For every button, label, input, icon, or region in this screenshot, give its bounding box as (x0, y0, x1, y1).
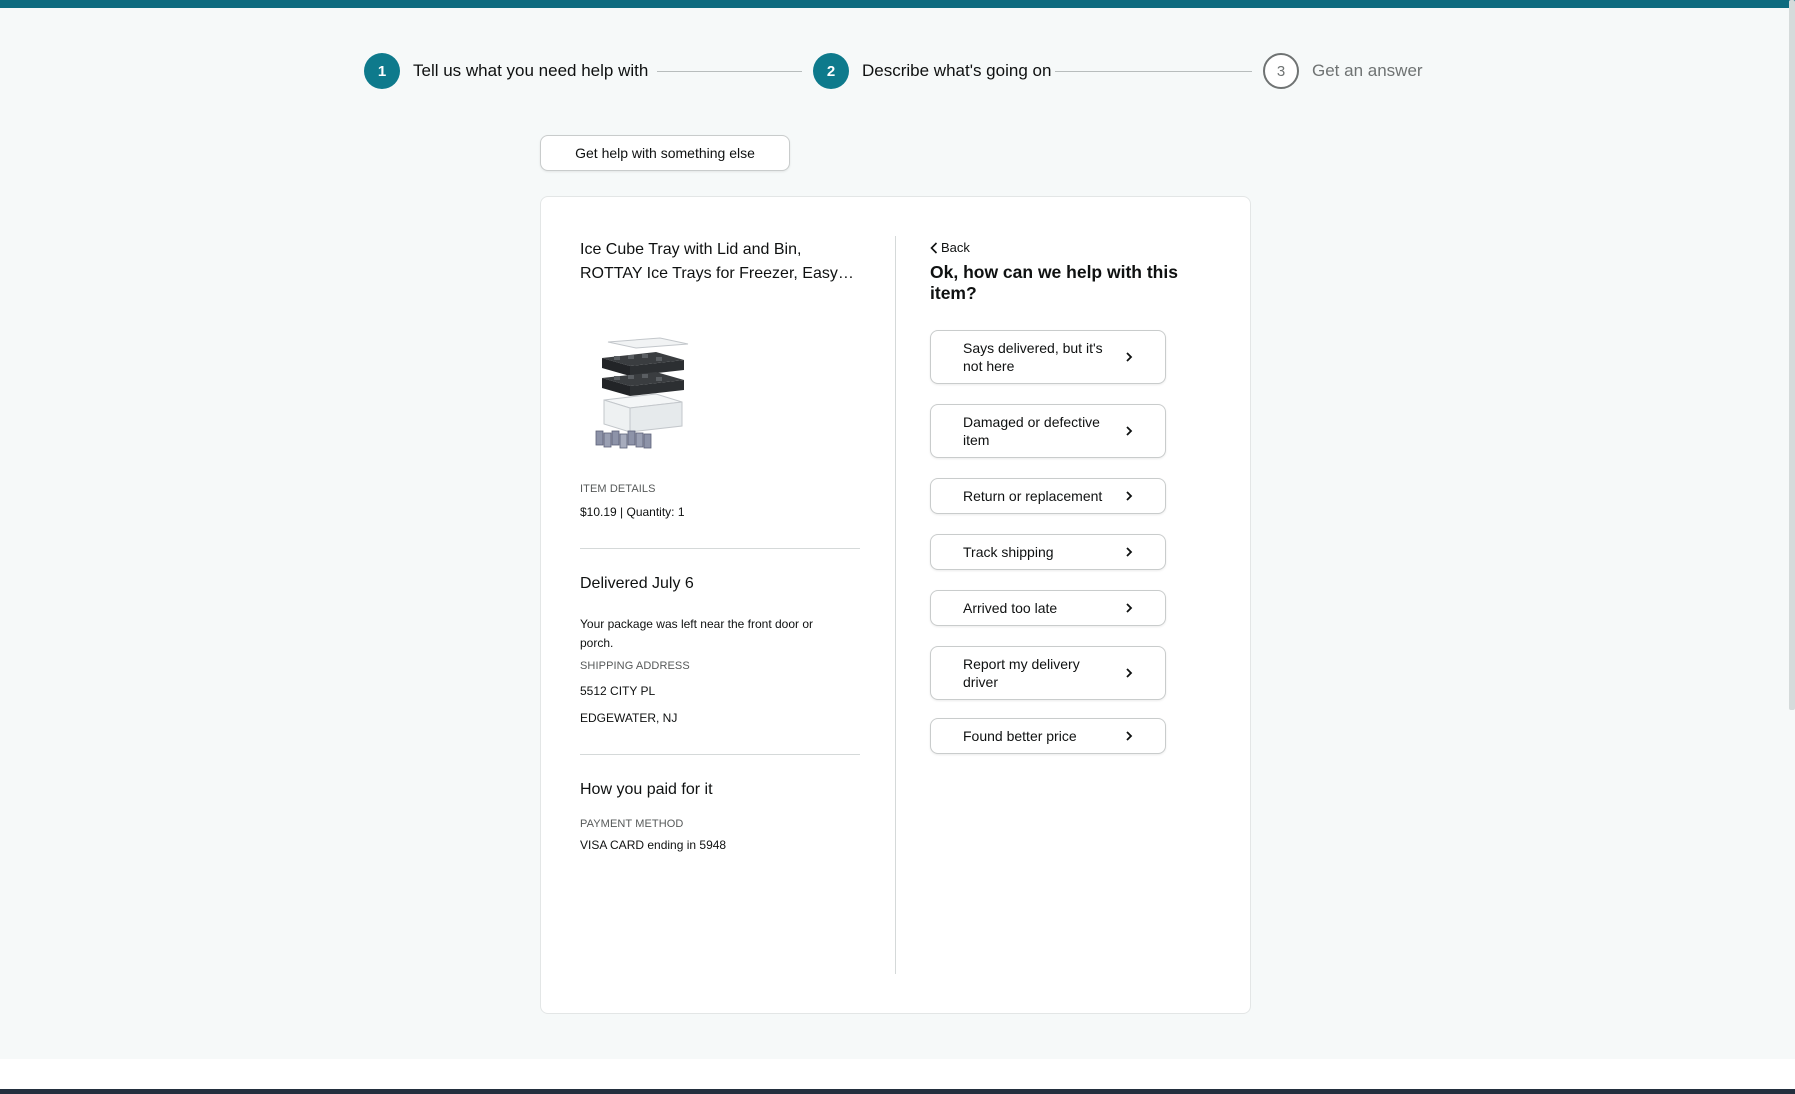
chevron-right-icon (1126, 603, 1133, 613)
option-label-line1: Damaged or defective (963, 414, 1100, 430)
option-arrived-too-late[interactable]: Arrived too late (930, 590, 1166, 626)
option-track-shipping[interactable]: Track shipping (930, 534, 1166, 570)
back-link[interactable]: Back (930, 240, 970, 255)
option-return-replacement[interactable]: Return or replacement (930, 478, 1166, 514)
product-image[interactable] (590, 330, 700, 454)
step-1-number: 1 (364, 53, 400, 89)
delivery-note-line2: porch. (580, 636, 614, 650)
option-says-delivered-not-here[interactable]: Says delivered, but it's not here (930, 330, 1166, 384)
step-connector-1 (657, 71, 802, 72)
chevron-right-icon (1126, 352, 1133, 362)
footer-bar (0, 1089, 1795, 1094)
step-3-label: Get an answer (1312, 61, 1423, 80)
step-2-label: Describe what's going on (862, 61, 1052, 80)
payment-method-value: VISA CARD ending in 5948 (580, 838, 727, 852)
section-divider-2 (580, 754, 860, 755)
chevron-right-icon (1126, 731, 1133, 741)
option-report-delivery-driver[interactable]: Report my delivery driver (930, 646, 1166, 700)
delivery-note-line1: Your package was left near the front doo… (580, 617, 814, 631)
delivery-note: Your package was left near the front doo… (580, 615, 860, 653)
item-price-quantity: $10.19 | Quantity: 1 (580, 505, 685, 519)
option-label-line1: Report my delivery (963, 656, 1080, 672)
option-label-line2: not here (963, 358, 1015, 374)
item-details-label: ITEM DETAILS (580, 483, 656, 495)
shipping-address-line1: 5512 CITY PL (580, 684, 656, 698)
option-label-line1: Says delivered, but it's (963, 340, 1103, 356)
option-label: Found better price (963, 728, 1077, 744)
delivery-status-title: Delivered July 6 (580, 575, 694, 592)
step-2-number: 2 (813, 53, 849, 89)
step-3: 3 Get an answer (1263, 53, 1423, 89)
section-divider-1 (580, 548, 860, 549)
step-1: 1 Tell us what you need help with (364, 53, 648, 89)
chevron-left-icon (930, 241, 938, 254)
scrollbar[interactable] (1789, 0, 1795, 710)
chevron-right-icon (1126, 547, 1133, 557)
step-3-number: 3 (1263, 53, 1299, 89)
help-question-title: Ok, how can we help with this item? (930, 262, 1178, 303)
option-label-line2: driver (963, 674, 999, 690)
card-divider (895, 236, 896, 974)
option-label-line2: item (963, 432, 990, 448)
step-1-label: Tell us what you need help with (413, 61, 649, 80)
chevron-right-icon (1126, 426, 1133, 436)
shipping-address-label: SHIPPING ADDRESS (580, 660, 690, 672)
top-accent-bar (0, 0, 1795, 8)
step-2: 2 Describe what's going on (813, 53, 1051, 89)
option-label: Return or replacement (963, 488, 1103, 504)
footer-spacer (0, 1059, 1795, 1089)
option-found-better-price[interactable]: Found better price (930, 718, 1166, 754)
option-damaged-defective[interactable]: Damaged or defective item (930, 404, 1166, 458)
item-title-line1: Ice Cube Tray with Lid and Bin, (580, 241, 802, 258)
option-label: Track shipping (963, 544, 1054, 560)
item-title[interactable]: Ice Cube Tray with Lid and Bin, ROTTAY I… (580, 238, 856, 286)
payment-method-label: PAYMENT METHOD (580, 818, 684, 830)
chevron-right-icon (1126, 668, 1133, 678)
get-help-else-button[interactable]: Get help with something else (540, 135, 790, 171)
shipping-address-line2: EDGEWATER, NJ (580, 711, 678, 725)
payment-title: How you paid for it (580, 781, 713, 798)
back-link-label: Back (941, 240, 970, 255)
option-label: Arrived too late (963, 600, 1058, 616)
item-title-line2: ROTTAY Ice Trays for Freezer, Easy-... (580, 265, 856, 282)
step-connector-2 (1055, 71, 1252, 72)
chevron-right-icon (1126, 491, 1133, 501)
